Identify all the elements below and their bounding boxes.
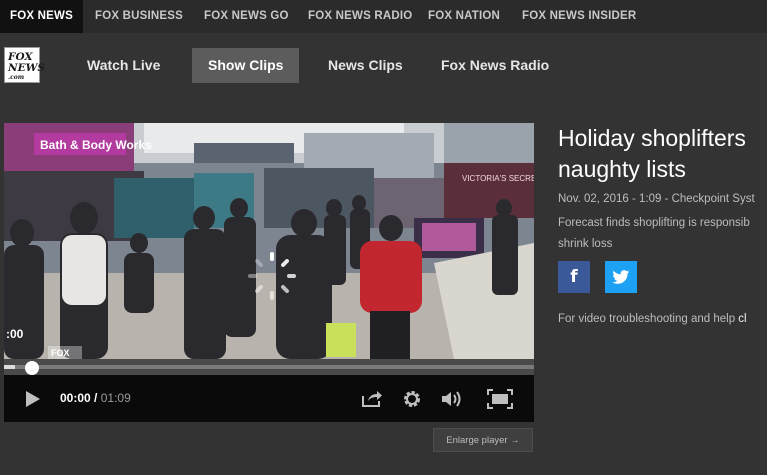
help-prefix: For video troubleshooting and help bbox=[558, 313, 739, 325]
progress-knob[interactable] bbox=[25, 361, 39, 375]
mall-scene-image: Bath & Body Works VICTORIA'S SECRET:00 … bbox=[4, 123, 534, 359]
play-icon[interactable] bbox=[18, 385, 46, 413]
network-bar: FOX NEWS FOX BUSINESS FOX NEWS GO FOX NE… bbox=[0, 0, 767, 33]
fox-news-logo[interactable]: FOX NEWS .com bbox=[4, 47, 45, 83]
nav-news-clips[interactable]: News Clips bbox=[312, 48, 419, 83]
logo-line-3: .com bbox=[8, 74, 25, 81]
time-separator: / bbox=[90, 391, 101, 405]
enlarge-player-button[interactable]: Enlarge player → bbox=[433, 428, 533, 452]
video-player: Bath & Body Works VICTORIA'S SECRET:00 … bbox=[4, 123, 534, 422]
twitter-icon bbox=[612, 269, 630, 284]
brand-fox-news-radio[interactable]: FOX NEWS RADIO bbox=[308, 0, 412, 33]
gear-icon[interactable] bbox=[398, 385, 426, 413]
help-link[interactable]: cl bbox=[738, 313, 746, 325]
brand-fox-news[interactable]: FOX NEWS bbox=[0, 0, 83, 33]
duration: 01:09 bbox=[100, 391, 131, 405]
volume-icon[interactable] bbox=[438, 385, 466, 413]
progress-track bbox=[4, 361, 534, 375]
headline-line-2: naughty lists bbox=[558, 156, 686, 182]
brand-fox-business[interactable]: FOX BUSINESS bbox=[95, 0, 183, 33]
logo-line-2: NEWS bbox=[8, 62, 45, 74]
victorias-secret-sign: VICTORIA'S SECRET bbox=[462, 174, 534, 183]
nav-show-clips[interactable]: Show Clips bbox=[192, 48, 300, 83]
headline-line-1: Holiday shoplifters bbox=[558, 125, 746, 151]
facebook-icon: f bbox=[570, 267, 578, 287]
help-text: For video troubleshooting and help cl bbox=[558, 313, 767, 325]
brand-fox-news-go[interactable]: FOX NEWS GO bbox=[204, 0, 289, 33]
fullscreen-icon[interactable] bbox=[486, 385, 514, 413]
video-description: Forecast finds shoplifting is responsib … bbox=[558, 213, 767, 255]
facebook-share-button[interactable]: f bbox=[558, 261, 590, 293]
progress-bar[interactable] bbox=[4, 359, 534, 375]
video-meta: Nov. 02, 2016 - 1:09 - Checkpoint Syst bbox=[558, 193, 755, 205]
section-nav: FOX NEWS .com Watch Live Show Clips News… bbox=[0, 33, 767, 98]
progress-fill bbox=[4, 365, 15, 369]
share-icon[interactable] bbox=[358, 385, 386, 413]
bath-body-works-sign: Bath & Body Works bbox=[40, 138, 152, 152]
brand-fox-nation[interactable]: FOX NATION bbox=[428, 0, 500, 33]
nav-watch-live[interactable]: Watch Live bbox=[71, 48, 176, 83]
twitter-share-button[interactable] bbox=[605, 261, 637, 293]
current-time: 00:00 bbox=[60, 391, 91, 405]
video-watermark: FOX bbox=[51, 348, 70, 358]
nav-fox-news-radio[interactable]: Fox News Radio bbox=[425, 48, 565, 83]
time-display: 00:00 / 01:09 bbox=[60, 391, 131, 405]
video-frame[interactable]: Bath & Body Works VICTORIA'S SECRET:00 … bbox=[4, 123, 534, 359]
description-line-1: Forecast finds shoplifting is responsib bbox=[558, 217, 750, 229]
video-headline: Holiday shoplifters naughty lists bbox=[558, 123, 767, 185]
description-line-2: shrink loss bbox=[558, 238, 613, 250]
control-bar: 00:00 / 01:09 bbox=[4, 375, 534, 422]
brand-fox-news-insider[interactable]: FOX NEWS INSIDER bbox=[522, 0, 636, 33]
overlay-timecode: :00 bbox=[6, 327, 24, 341]
